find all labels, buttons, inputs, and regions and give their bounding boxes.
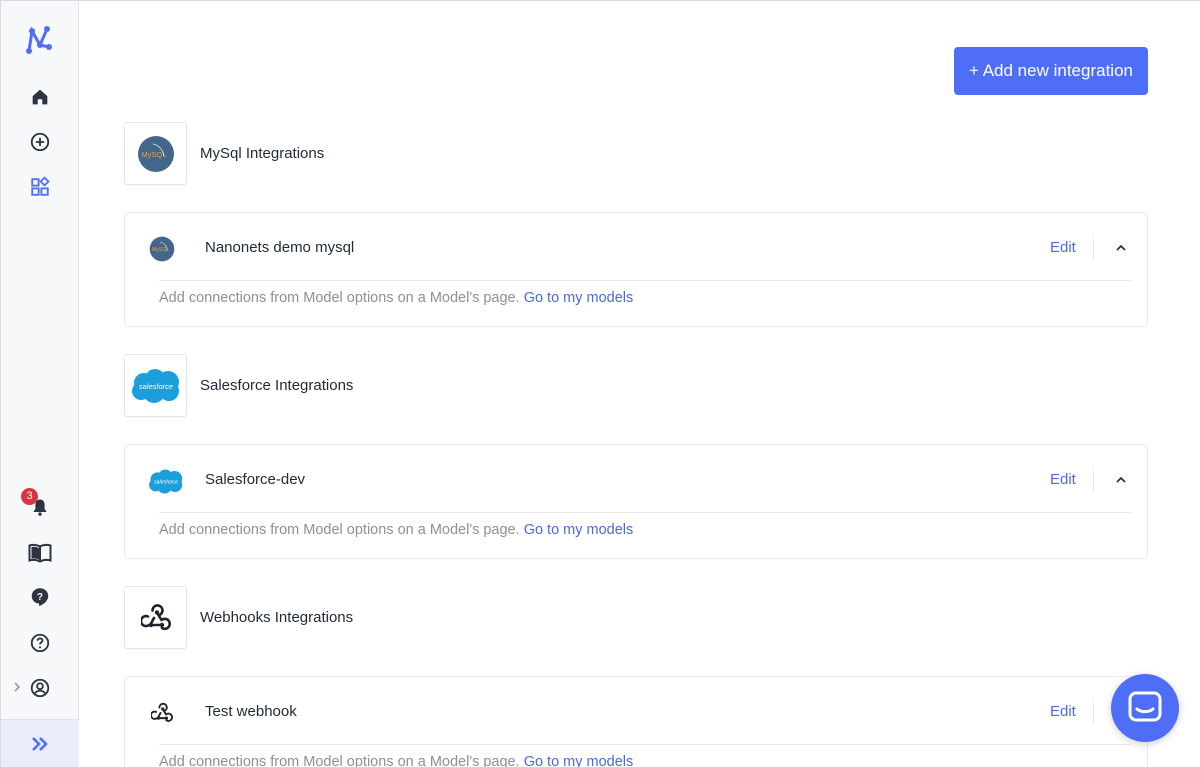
webhooks-group-header: Webhooks Integrations [124, 586, 353, 649]
mysql-group-header: MySQL MySql Integrations [124, 122, 324, 185]
connections-hint: Add connections from Model options on a … [159, 522, 634, 538]
account-circle-icon[interactable] [28, 676, 52, 700]
edit-button[interactable]: Edit [1050, 471, 1076, 488]
chevron-right-icon[interactable] [12, 680, 22, 694]
mysql-small-logo-icon: MySQL [147, 234, 177, 264]
integrations-page: + Add new integration MySQL MySql Integr… [79, 0, 1200, 767]
book-icon[interactable] [28, 541, 52, 565]
go-to-models-link[interactable]: Go to my models [524, 290, 634, 306]
divider [1093, 238, 1094, 259]
connections-hint: Add connections from Model options on a … [159, 754, 633, 767]
add-new-integration-button[interactable]: + Add new integration [954, 47, 1148, 95]
sidebar-expand-button[interactable] [1, 719, 79, 767]
mysql-group-title: MySql Integrations [200, 145, 325, 162]
integration-name: Salesforce-dev [205, 471, 306, 488]
chat-launcher-button[interactable] [1111, 674, 1179, 742]
go-to-models-link[interactable]: Go to my models [524, 522, 634, 538]
divider [159, 744, 1131, 745]
salesforce-small-logo-icon: salesforce [147, 466, 185, 496]
mysql-logo-icon: MySQL [137, 135, 174, 172]
webhook-small-icon [147, 698, 177, 728]
integration-card-salesforce: salesforce Salesforce-dev Edit Add conne… [124, 444, 1148, 559]
help-bubble-icon[interactable]: ? [28, 585, 52, 609]
svg-text:?: ? [37, 592, 43, 603]
salesforce-logo-box: salesforce [124, 354, 187, 417]
divider [159, 512, 1131, 513]
svg-text:salesforce: salesforce [138, 382, 172, 391]
sidebar: 3 ? [0, 0, 79, 767]
webhook-icon [140, 603, 171, 630]
divider [1093, 702, 1094, 723]
add-circle-icon[interactable] [28, 130, 52, 154]
salesforce-group-title: Salesforce Integrations [200, 377, 354, 394]
question-circle-icon[interactable] [28, 631, 52, 655]
svg-text:salesforce: salesforce [154, 479, 178, 485]
webhooks-logo-box [124, 586, 187, 649]
mysql-logo-box: MySQL [124, 122, 187, 185]
integration-card-webhook: Test webhook Edit Add connections from M… [124, 676, 1148, 767]
divider [159, 280, 1131, 281]
double-chevron-right-icon [32, 736, 48, 751]
chevron-up-icon[interactable] [1115, 474, 1127, 486]
nanonets-logo-icon[interactable] [23, 23, 55, 55]
integration-card-mysql: MySQL Nanonets demo mysql Edit Add conne… [124, 212, 1148, 327]
edit-button[interactable]: Edit [1050, 703, 1076, 720]
apps-grid-icon[interactable] [28, 175, 52, 199]
home-icon[interactable] [28, 85, 52, 109]
salesforce-logo-icon: salesforce [131, 368, 179, 403]
notification-badge: 3 [21, 488, 38, 505]
integration-name: Test webhook [205, 703, 297, 720]
salesforce-group-header: salesforce Salesforce Integrations [124, 354, 353, 417]
connections-hint: Add connections from Model options on a … [159, 290, 634, 306]
integration-name: Nanonets demo mysql [205, 239, 355, 256]
chevron-up-icon[interactable] [1115, 242, 1127, 254]
divider [1093, 470, 1094, 491]
chat-icon [1128, 691, 1162, 722]
edit-button[interactable]: Edit [1050, 239, 1076, 256]
go-to-models-link[interactable]: Go to my models [524, 754, 634, 767]
webhooks-group-title: Webhooks Integrations [200, 609, 354, 626]
